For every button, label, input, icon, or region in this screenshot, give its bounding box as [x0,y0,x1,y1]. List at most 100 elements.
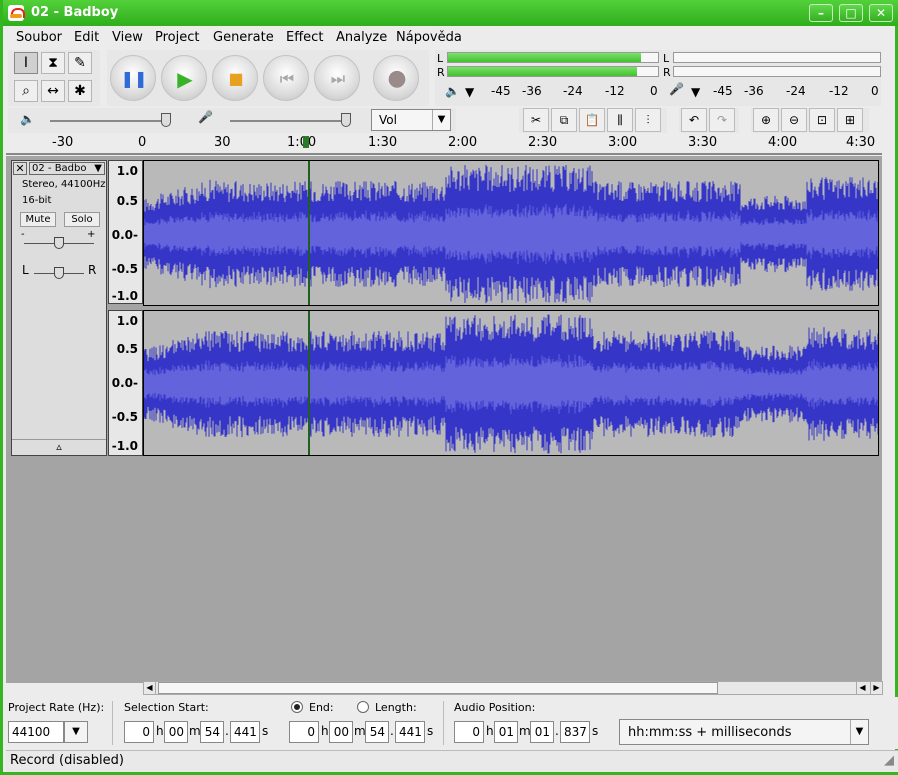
fit-selection-icon[interactable]: ⊡ [809,108,835,132]
speaker-icon[interactable]: 🔈 [445,84,460,98]
title-bar[interactable]: 02 - Badboy – □ ✕ [3,0,898,26]
collapse-track-icon[interactable]: ▵ [12,439,106,455]
paste-icon[interactable]: 📋 [579,108,605,132]
waveform-left-channel[interactable] [143,160,879,306]
scroll-left-icon[interactable]: ◀ [144,682,156,694]
menu-edit[interactable]: Edit [74,30,99,45]
record-meter-menu-icon[interactable]: ▼ [691,85,700,99]
stop-button[interactable]: ■ [212,55,258,101]
selection-tool-icon[interactable]: I [14,52,38,74]
start-seconds[interactable]: 54 [200,721,224,743]
input-volume-slider[interactable] [230,120,350,122]
end-label: End: [309,701,334,714]
microphone-icon[interactable]: 🎤 [669,82,684,96]
scrollbar-thumb[interactable] [158,682,718,694]
track-name-menu[interactable]: 02 - Badbo ▼ [29,162,105,175]
end-hours[interactable]: 0 [289,721,319,743]
position-minutes[interactable]: 01 [494,721,518,743]
transport-toolbar: ❚❚ ▶ ■ ⏮ ⏭ ● [107,50,429,106]
zoom-in-icon[interactable]: ⊕ [753,108,779,132]
menu-generate[interactable]: Generate [213,30,274,45]
unit-h: h [321,724,329,738]
input-volume-thumb[interactable] [341,113,352,127]
redo-icon[interactable]: ↷ [709,108,735,132]
start-hours[interactable]: 0 [124,721,154,743]
position-seconds[interactable]: 01 [530,721,554,743]
resize-grip-icon[interactable]: ◢ [884,753,894,768]
cut-icon[interactable]: ✂ [523,108,549,132]
output-volume-thumb[interactable] [161,113,172,127]
start-milliseconds[interactable]: 441 [230,721,260,743]
dropdown-arrow-icon[interactable]: ▼ [850,720,868,744]
copy-icon[interactable]: ⧉ [551,108,577,132]
play-button[interactable]: ▶ [161,55,207,101]
time-shift-tool-icon[interactable]: ↔ [41,80,65,102]
pause-icon: ❚❚ [120,69,148,88]
multi-tool-icon[interactable]: ✱ [68,80,92,102]
fit-project-icon[interactable]: ⊞ [837,108,863,132]
track-format: Stereo, 44100Hz [22,179,106,190]
start-minutes[interactable]: 00 [164,721,188,743]
ruler-tick: 1:00 [287,135,317,150]
pan-slider-thumb[interactable] [54,267,64,279]
scale-label: -0.5 [111,262,138,276]
close-button[interactable]: ✕ [869,4,893,22]
draw-tool-icon[interactable]: ✎ [68,52,92,74]
dropdown-arrow-icon[interactable]: ▼ [432,110,450,130]
play-position-marker[interactable] [303,136,309,148]
playback-meter-menu-icon[interactable]: ▼ [465,85,474,99]
menu-napoveda[interactable]: Nápověda [396,30,462,45]
project-rate-input[interactable]: 44100 [8,721,64,743]
time-format-select[interactable]: hh:mm:ss + milliseconds ▼ [619,719,869,745]
record-meter-right-label: R [663,66,671,79]
position-milliseconds[interactable]: 837 [560,721,590,743]
separator [443,701,444,745]
undo-icon[interactable]: ↶ [681,108,707,132]
end-seconds[interactable]: 54 [365,721,389,743]
length-label: Length: [375,701,417,714]
length-radio[interactable] [357,701,369,713]
input-source-select[interactable]: Vol ▼ [371,109,451,131]
mixer-toolbar: 🔈 🎤 Vol ▼ [8,108,456,133]
timeline-ruler[interactable]: -30 0 30 1:00 1:30 2:00 2:30 3:00 3:30 4… [6,133,882,155]
record-meter-left-label: L [663,52,670,65]
minimize-button[interactable]: – [809,4,833,22]
menu-effect[interactable]: Effect [286,30,323,45]
project-rate-label: Project Rate (Hz): [8,701,105,714]
maximize-button[interactable]: □ [839,4,863,22]
track-close-icon[interactable]: ✕ [13,162,27,175]
gain-slider-thumb[interactable] [54,237,64,249]
end-milliseconds[interactable]: 441 [395,721,425,743]
waveform-right-channel[interactable] [143,310,879,456]
record-scale-12: -12 [829,84,849,98]
zoom-tool-icon[interactable]: ⌕ [14,80,38,102]
silence-icon[interactable]: ⫶ [635,108,661,132]
unit-s: s [592,724,599,738]
skip-start-button[interactable]: ⏮ [263,55,309,101]
track-panel[interactable]: ✕ 02 - Badbo ▼ Stereo, 44100Hz 16-bit Mu… [6,156,882,683]
scroll-right-a-icon[interactable]: ◀ [856,682,868,694]
project-rate-dropdown-icon[interactable]: ▼ [64,721,88,743]
pause-button[interactable]: ❚❚ [110,55,156,101]
solo-button[interactable]: Solo [64,212,100,227]
position-hours[interactable]: 0 [454,721,484,743]
envelope-tool-icon[interactable]: ⧗ [41,52,65,74]
end-radio[interactable] [291,701,303,713]
output-volume-slider[interactable] [50,120,170,122]
trim-icon[interactable]: ⫼ [607,108,633,132]
zoom-out-icon[interactable]: ⊖ [781,108,807,132]
menu-project[interactable]: Project [155,30,199,45]
ruler-tick: 3:00 [608,135,638,150]
horizontal-scrollbar[interactable]: ◀ ◀ ▶ [143,681,883,695]
menu-view[interactable]: View [112,30,143,45]
ruler-tick: 1:30 [368,135,398,150]
menu-analyze[interactable]: Analyze [336,30,387,45]
audacity-app-icon [8,5,25,21]
skip-end-button[interactable]: ⏭ [314,55,360,101]
mute-button[interactable]: Mute [20,212,56,227]
menu-soubor[interactable]: Soubor [16,30,62,45]
audio-position-label: Audio Position: [454,701,536,714]
record-button[interactable]: ● [373,55,419,101]
scroll-right-icon[interactable]: ▶ [870,682,882,694]
end-minutes[interactable]: 00 [329,721,353,743]
